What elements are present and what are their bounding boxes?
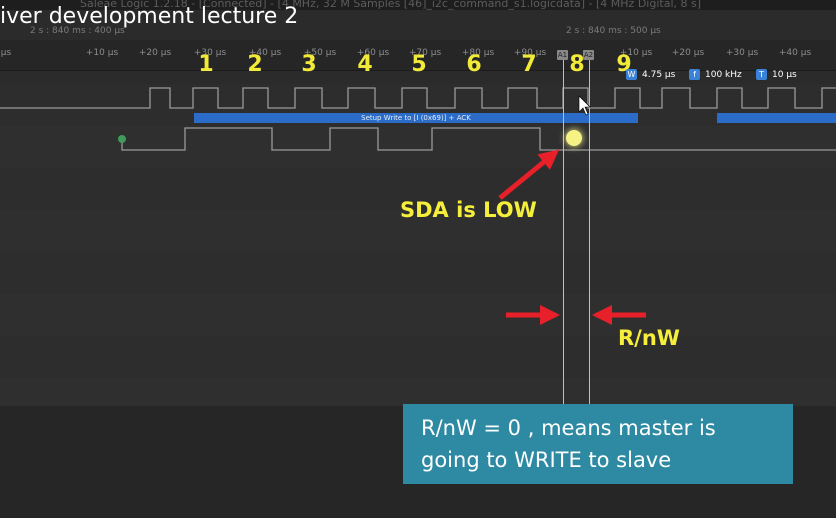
explanation-line-1: R/nW = 0 , means master is [421,416,716,440]
explanation-box: R/nW = 0 , means master is going to WRIT… [403,404,793,484]
sda-waveform [121,127,836,151]
trigger-marker-icon [118,135,126,143]
scl-waveform [0,87,836,109]
cursor-flag-a[interactable]: A1 [557,50,568,60]
decoder-annotation[interactable]: Setup Write to [I (0x69)] + ACK [194,113,638,123]
cursor-line-a[interactable] [563,56,564,406]
logic-analyzer-window: Saleae Logic 1.2.18 - [Connected] - [4 M… [0,0,836,518]
sda-low-note: SDA is LOW [400,198,537,222]
cursor-line-b[interactable] [589,56,590,406]
decoder-annotation-next[interactable] [717,113,836,123]
highlight-dot-icon [566,130,582,146]
cursor-flag-b[interactable]: A2 [583,50,594,60]
rnw-note: R/nW [618,326,680,350]
decoder-label: Setup Write to [I (0x69)] + ACK [361,114,471,122]
explanation-line-2: going to WRITE to slave [421,448,672,472]
